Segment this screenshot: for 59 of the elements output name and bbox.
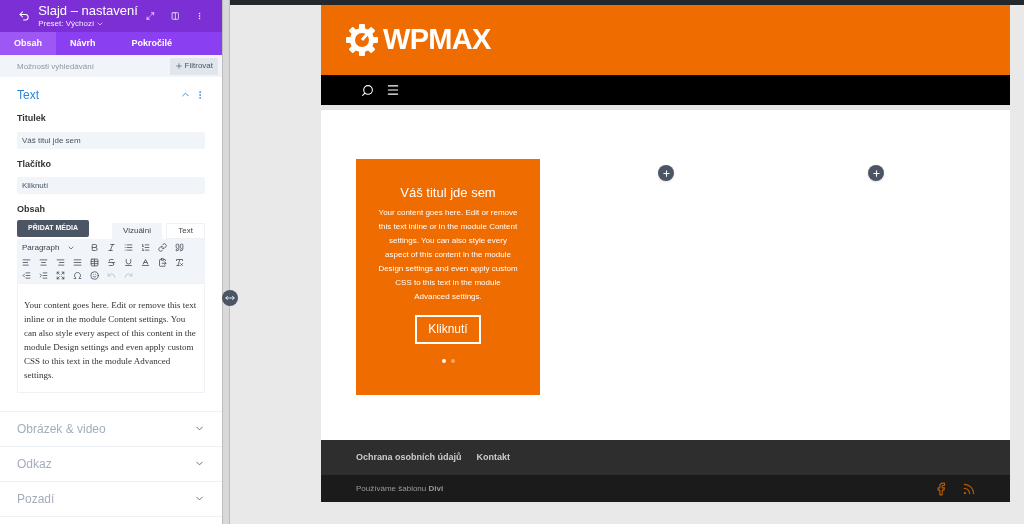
bullet-list-icon[interactable] (124, 243, 133, 252)
scrollbar[interactable] (222, 0, 230, 524)
slide-title: Váš titul jde sem (400, 184, 496, 202)
search-icon[interactable] (361, 83, 374, 97)
align-left-icon[interactable] (22, 257, 31, 267)
strikethrough-icon[interactable] (107, 257, 116, 267)
editor-text: Your content goes here. Edit or remove this text inline or in the module Content settings. You can also style every aspect of this content in the module Design settings and even apply custom CSS to this text in the module Advanced settings. (24, 298, 198, 382)
align-justify-icon[interactable] (73, 257, 82, 267)
search-field[interactable]: Možnosti vyhledávání (0, 55, 170, 77)
outdent-icon[interactable] (22, 270, 31, 280)
plus-icon (661, 168, 671, 178)
back-icon[interactable] (18, 9, 31, 23)
panel-tab[interactable]: Pokročilé (117, 32, 187, 55)
smiley-icon[interactable] (90, 270, 99, 280)
preset-dropdown[interactable]: Preset: Výchozí (38, 20, 95, 28)
panel-tab[interactable]: Návrh (56, 32, 110, 55)
editor-tab[interactable]: Text (166, 222, 205, 239)
add-module-button[interactable] (868, 165, 884, 181)
resize-handle[interactable] (222, 290, 238, 306)
plus-icon (871, 168, 881, 178)
slide-text: Your content goes here. Edit or remove this text inline or in the module Content settings. You can also style every aspect of this content in the module Design settings and even apply custom CSS to this text in the module Advanced settings. (378, 206, 518, 303)
footer-link[interactable]: Ochrana osobních údajů (356, 450, 462, 465)
text-field[interactable]: Kliknutí (17, 177, 205, 194)
caret-icon[interactable] (96, 20, 105, 28)
quote-icon[interactable] (175, 243, 184, 252)
columns-icon[interactable] (170, 11, 180, 21)
field-label: Titulek (17, 112, 47, 125)
clear-formatting-icon[interactable] (175, 257, 184, 267)
panel-tab[interactable]: Obsah (0, 32, 56, 55)
underline-icon[interactable] (124, 257, 133, 267)
align-right-icon[interactable] (56, 257, 65, 267)
field-label: Obsah (17, 203, 46, 216)
table-icon[interactable] (90, 257, 99, 267)
footer-link[interactable]: Kontakt (476, 450, 510, 465)
rss-icon[interactable] (962, 481, 976, 496)
format-select[interactable]: Paragraph (22, 241, 60, 254)
gear-logo-icon (345, 23, 379, 57)
paste-icon[interactable] (158, 257, 167, 267)
expand-icon[interactable] (145, 11, 155, 21)
bold-icon[interactable] (90, 243, 99, 252)
fullscreen-icon[interactable] (56, 270, 65, 280)
filter-button[interactable]: Filtrovat (169, 57, 218, 75)
editor-tab[interactable]: Vizuální (112, 222, 163, 239)
menu-icon[interactable] (386, 83, 400, 97)
align-center-icon[interactable] (39, 257, 48, 267)
panel-title: Slajd – nastavení (38, 4, 138, 17)
numbered-list-icon[interactable] (141, 243, 150, 252)
footer-credit: Používáme šablonu Divi (356, 482, 445, 495)
facebook-icon[interactable] (934, 481, 948, 496)
add-module-button[interactable] (658, 165, 674, 181)
field-label: Tlačítko (17, 157, 52, 171)
text-color-icon[interactable] (141, 257, 150, 267)
italic-icon[interactable] (107, 243, 116, 252)
plus-icon (174, 62, 183, 70)
text-field[interactable]: Váš titul jde sem (17, 131, 205, 149)
indent-icon[interactable] (39, 270, 48, 280)
omega-icon[interactable] (73, 270, 82, 280)
link-icon[interactable] (158, 243, 167, 252)
section-title[interactable]: Text (17, 85, 180, 104)
